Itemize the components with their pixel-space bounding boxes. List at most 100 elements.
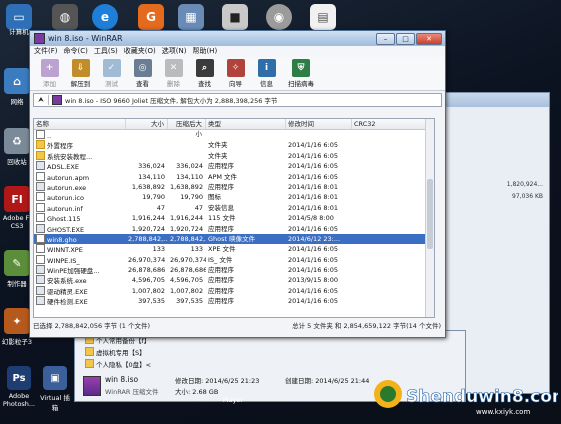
file-row[interactable]: 驱动精灵.EXE 1,007,802 1,007,802 应用程序 2014/1/16 … [34,285,434,296]
desktop-icon-orange-app[interactable]: G [138,4,164,30]
file-row[interactable]: autorun.ico 19,790 19,790 图标 2014/1/16 8:01 [34,192,434,202]
minimize-button[interactable]: – [376,33,395,45]
file-modified: 2014/1/16 6:05 [288,266,338,275]
file-size: 47 [156,203,165,212]
flash-icon: Fl [4,186,30,212]
file-type: 应用程序 [208,224,234,233]
desktop-icon-player[interactable]: ■ [222,4,248,30]
file-row[interactable]: autorun.inf 47 47 安装信息 2014/1/16 8:01 [34,202,434,213]
desktop-icon-label: Virtual 插箱 [40,394,70,412]
file-type: IS_ 文件 [208,255,233,264]
file-modified: 2014/1/16 6:05 [288,151,338,160]
ie-icon[interactable]: e [92,4,118,30]
desktop-icon-player-label[interactable]: Player [216,396,250,404]
file-row[interactable]: 安装系统.exe 4,596,705 4,596,705 应用程序 2013/9/15 … [34,275,434,285]
watermark-main-text: Shenduwin8.com [406,387,558,407]
maximize-button[interactable]: □ [396,33,415,45]
desktop-icon-disc[interactable]: ◉ [266,4,292,30]
info-button[interactable]: i 信息 [251,57,282,90]
file-row[interactable]: win8.gho2,788,842,...2,788,842,...Ghost … [34,233,434,245]
file-row[interactable]: WINPE.IS_ 26,970,374 26,970,374 IS_ 文件 2014/… [34,254,434,265]
file-modified: 2014/1/16 6:05 [288,172,338,181]
file-packed-size: 134,110 [176,172,203,181]
file-type: 安装信息 [208,203,234,212]
file-packed-size: 133 [190,245,203,254]
file-packed-size: 1,638,892 [170,182,204,191]
file-row[interactable]: 系统安装教程... 文件夹 2014/1/16 6:05 [34,150,434,161]
file-row[interactable]: autorun.apm 134,110 134,110 APM 文件 2014/1/16… [34,171,434,182]
column-type[interactable]: 类型 [206,119,286,129]
file-crc32 [352,296,432,306]
find-icon: ⌕ [195,59,214,77]
column-size[interactable]: 大小 [126,119,168,129]
menu-tools[interactable]: 工具(S) [94,46,118,57]
file-row[interactable]: WINNT.XPE 133 133 XPE 文件 2014/1/16 6:05 [34,244,434,254]
add-button[interactable]: + 添加 [34,57,65,90]
address-bar[interactable]: ⮝ win 8.iso - ISO 9660 Joliet 压缩文件, 解包大小… [33,93,442,107]
file-icon [36,223,45,233]
menu-options[interactable]: 选项(N) [162,46,187,57]
info-icon: i [257,59,276,77]
file-row[interactable]: WinPE加强硬盘... 26,878,686 26,878,686 应用程序 2014… [34,265,434,275]
address-text: win 8.iso - ISO 9660 Joliet 压缩文件, 解包大小为 … [65,97,278,105]
desktop-icon-label: 幻影粒子3 [1,338,33,346]
file-row[interactable]: GHOST.EXE 1,920,724 1,920,724 应用程序 2014/1/16… [34,223,434,234]
file-row[interactable]: Ghost.115 1,916,244 1,916,244 115 文件 2014/5/… [34,213,434,223]
file-name: autorun.ico [34,192,126,202]
file-name: win8.gho [34,233,126,244]
file-list[interactable]: 名称 大小 压缩后大小 类型 修改时间 CRC32 .. 外置程序 文件夹 2014/… [33,118,435,318]
desktop-icon-image-viewer[interactable]: ▦ [178,4,204,30]
file-row[interactable]: autorun.exe 1,638,892 1,638,892 应用程序 2014/1/… [34,181,434,192]
file-crc32 [352,265,432,275]
file-crc32 [352,255,432,265]
find-button[interactable]: ⌕ 查找 [189,57,220,90]
extract-to-button[interactable]: ⇩ 解压到 [65,57,96,90]
winrar-window[interactable]: win 8.iso - WinRAR – □ ✕ 文件(F) 命令(C) 工具(… [29,30,446,338]
folder-item[interactable]: 个人隐私【0盘】< [85,359,151,369]
file-type: 应用程序 [208,162,234,171]
file-modified: 2014/1/16 6:05 [288,245,338,254]
file-icon [36,171,45,181]
file-crc32 [352,140,432,150]
desktop-icon-mouse[interactable]: ◍ [52,4,78,30]
menu-favorites[interactable]: 收藏夹(O) [124,46,156,57]
vertical-scrollbar[interactable] [425,119,434,317]
file-name: WINNT.XPE [34,244,126,254]
scroll-thumb[interactable] [427,179,433,249]
details-file-type: WinRAR 压缩文件 [105,388,159,396]
file-icon [36,202,45,212]
view-button[interactable]: ◎ 查看 [127,57,158,90]
file-name: 驱动精灵.EXE [34,285,126,296]
desktop-icon-photoshop[interactable]: Ps Adobe Photosh... [2,366,36,408]
desktop-icon-label: Player [222,396,244,404]
wizard-button[interactable]: ✧ 向导 [220,57,251,90]
delete-button[interactable]: ✕ 删除 [158,57,189,90]
column-crc32[interactable]: CRC32 [352,119,432,129]
test-button[interactable]: ✓ 测试 [96,57,127,90]
file-name: GHOST.EXE [34,223,126,234]
file-row[interactable]: .. [34,130,434,140]
file-size [126,151,168,161]
maker-icon: ✎ [4,250,30,276]
desktop-icon-virtualbox[interactable]: ▣ Virtual 插箱 [38,366,72,412]
file-size: 134,110 [138,172,165,181]
file-name: autorun.apm [34,171,126,182]
file-icon [36,161,45,171]
file-packed-size: 19,790 [180,193,203,202]
up-folder-button[interactable]: ⮝ [34,95,49,105]
column-packed[interactable]: 压缩后大小 [168,119,206,138]
menu-help[interactable]: 帮助(H) [192,46,217,57]
toolbar: + 添加 ⇩ 解压到 ✓ 测试 ◎ 查看 ✕ 删除 ⌕ 查找 ✧ 向导 i 信息 ⛨ 扫描病毒 [30,57,445,91]
menu-file[interactable]: 文件(F) [34,46,58,57]
column-modified[interactable]: 修改时间 [286,119,352,129]
file-row[interactable]: ADSL.EXE 336,024 336,024 应用程序 2014/1/16 6:05 [34,161,434,171]
folder-item[interactable]: 虚拟机专用【S】 [85,347,146,357]
file-packed-size: 397,535 [176,297,203,306]
virus-scan-button[interactable]: ⛨ 扫描病毒 [282,57,320,90]
file-row[interactable]: 硬件检测.EXE 397,535 397,535 应用程序 2014/1/16 6:05 [34,296,434,306]
menu-commands[interactable]: 命令(C) [64,46,88,57]
column-name[interactable]: 名称 [34,119,126,129]
close-button[interactable]: ✕ [416,33,442,45]
desktop-icon-document[interactable]: ▤ [310,4,336,30]
file-row[interactable]: 外置程序 文件夹 2014/1/16 6:05 [34,140,434,150]
